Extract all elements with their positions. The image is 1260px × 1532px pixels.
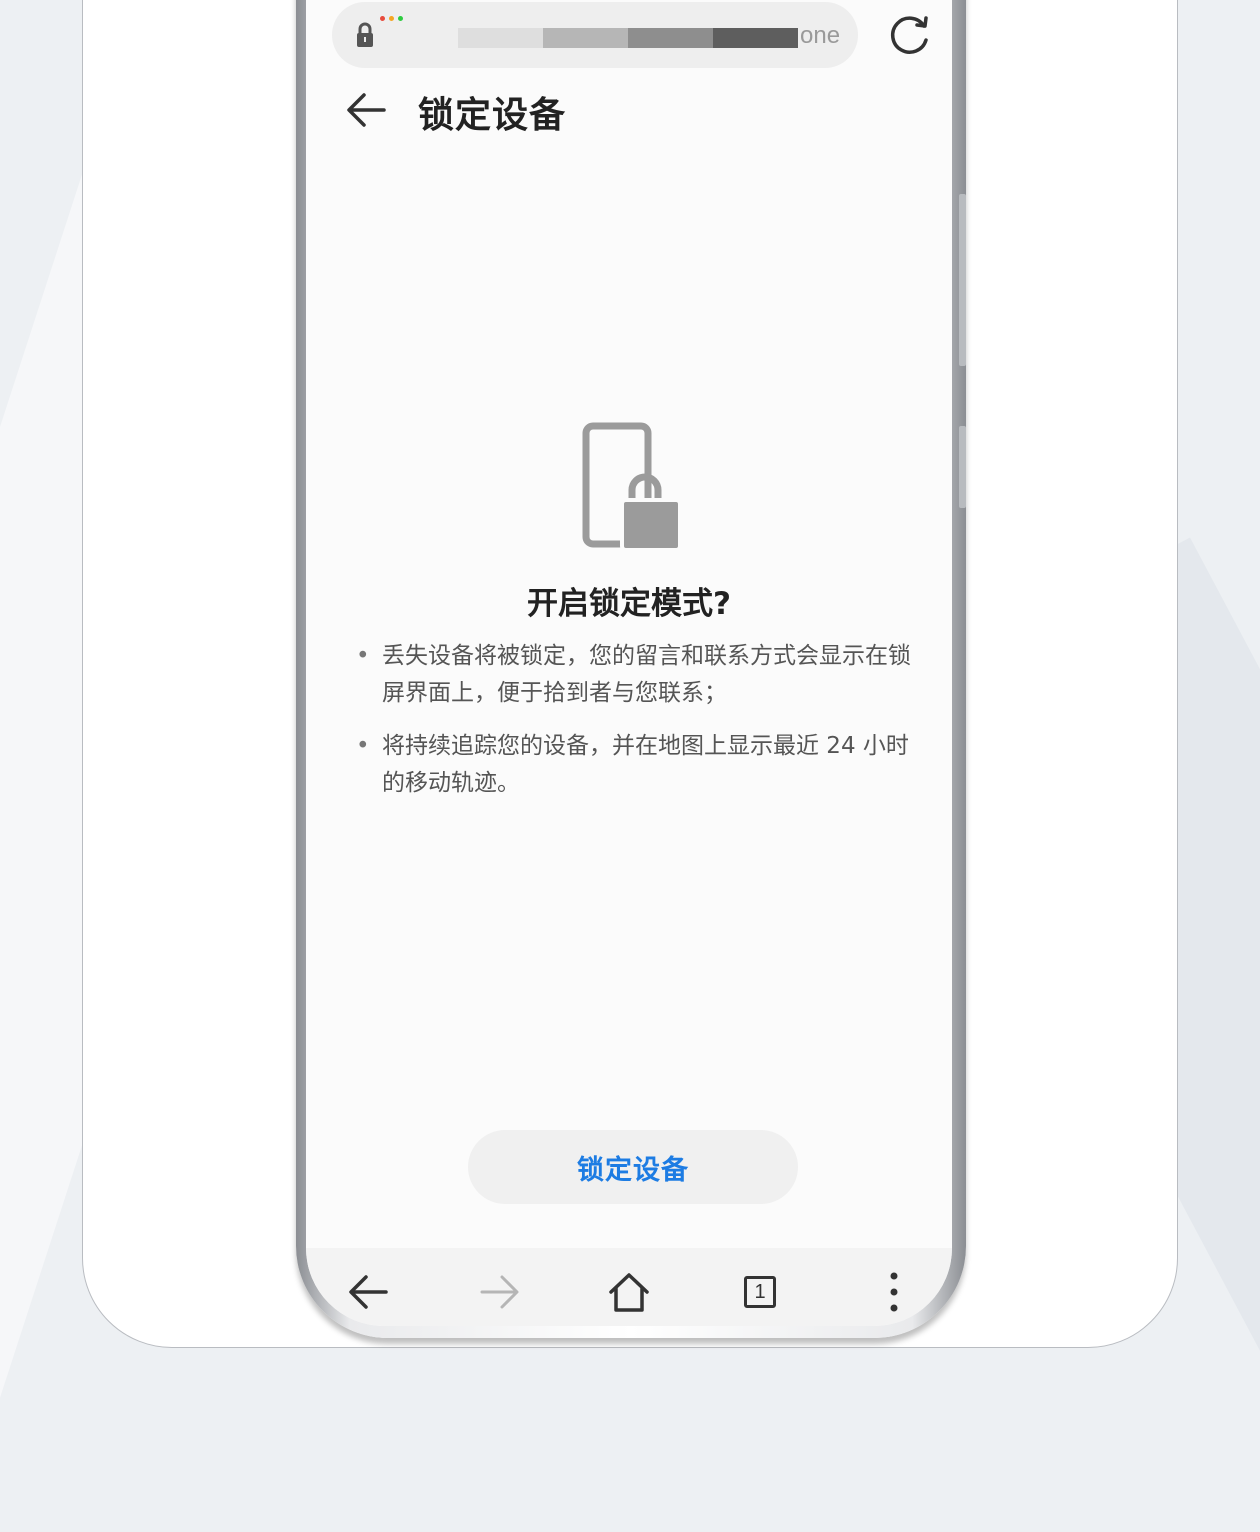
dot-yellow (389, 16, 394, 21)
url-input[interactable] (458, 28, 798, 48)
browser-bottom-bar: 1 (306, 1248, 952, 1326)
nav-back-icon[interactable] (346, 1270, 390, 1314)
dialog-title: 开启锁定模式? (527, 586, 731, 622)
nav-tabs-button[interactable]: 1 (736, 1270, 780, 1314)
tab-count: 1 (744, 1276, 776, 1308)
page-title: 锁定设备 (418, 95, 567, 136)
more-menu-icon[interactable] (872, 1270, 916, 1314)
device-lock-icon (582, 422, 682, 552)
phone-frame: one 锁定设备 开启锁定模式? 丢失设备将被锁定，您的留言和联系方式会显示在锁… (296, 0, 966, 1338)
volume-button (959, 194, 966, 366)
back-arrow-icon[interactable] (344, 88, 388, 132)
bullet-item: 丢失设备将被锁定，您的留言和联系方式会显示在锁屏界面上，便于拾到者与您联系； (354, 638, 914, 712)
nav-forward-icon[interactable] (478, 1270, 522, 1314)
traffic-dots (380, 16, 403, 21)
dot-green (398, 16, 403, 21)
bullet-list: 丢失设备将被锁定，您的留言和联系方式会显示在锁屏界面上，便于拾到者与您联系； 将… (354, 638, 914, 818)
reload-icon[interactable] (886, 12, 932, 58)
bullet-item: 将持续追踪您的设备，并在地图上显示最近 24 小时的移动轨迹。 (354, 728, 914, 802)
url-bar[interactable]: one (332, 2, 858, 68)
dot-red (380, 16, 385, 21)
power-button (959, 426, 966, 508)
phone-screen: one 锁定设备 开启锁定模式? 丢失设备将被锁定，您的留言和联系方式会显示在锁… (306, 0, 952, 1326)
lock-device-button[interactable]: 锁定设备 (468, 1130, 798, 1204)
padlock-icon (357, 22, 373, 47)
url-tail-text: one (800, 22, 841, 49)
nav-home-icon[interactable] (607, 1270, 651, 1314)
